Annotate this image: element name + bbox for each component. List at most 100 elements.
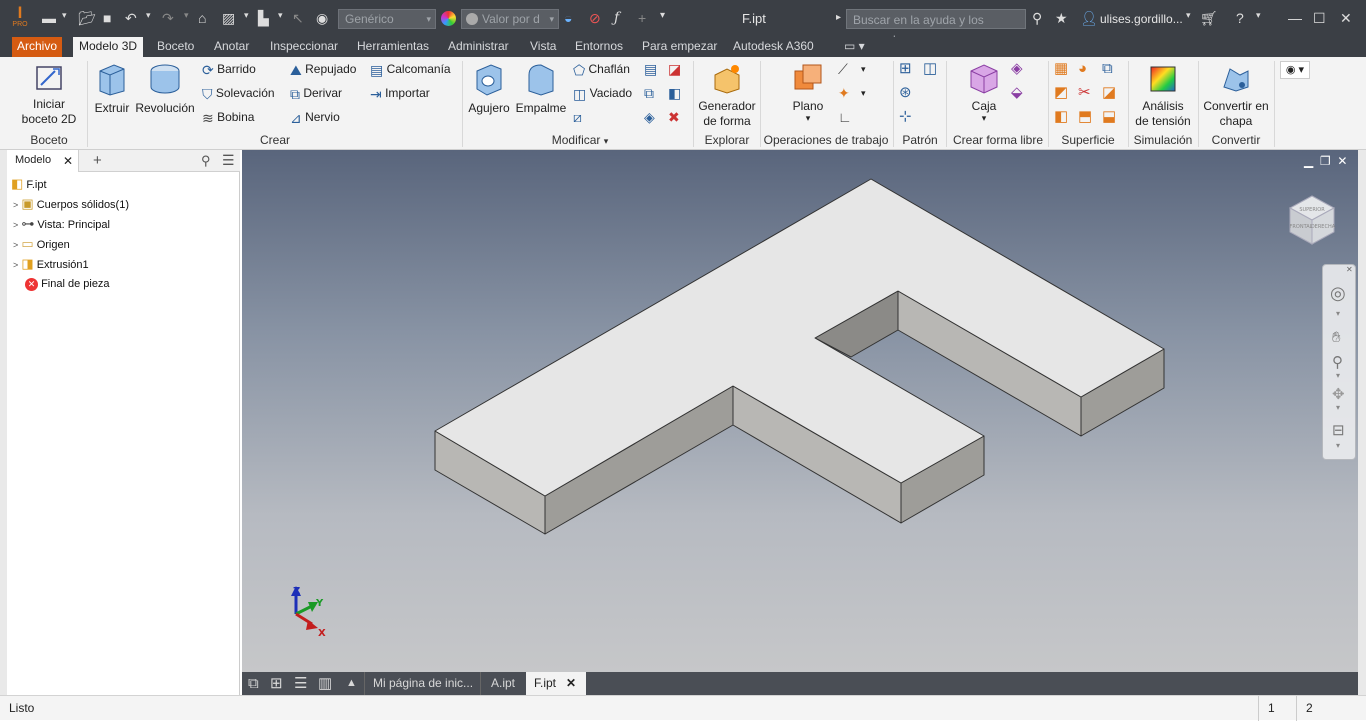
globe-icon[interactable]: ◉: [316, 10, 328, 27]
doc-tab-f-ipt[interactable]: F.ipt ✕: [526, 672, 586, 695]
tile-windows-icon[interactable]: ⊞: [270, 672, 283, 695]
tab-autodesk-a360[interactable]: Autodesk A360: [733, 37, 814, 57]
shell-button[interactable]: ◫ Vaciado: [573, 85, 632, 102]
fillet-button[interactable]: Empalme: [514, 61, 568, 116]
convert-sheet-metal-button[interactable]: Convertir en chapa: [1200, 61, 1272, 129]
look-at-icon[interactable]: ⊟: [1332, 421, 1345, 439]
clear-appearance-icon[interactable]: ⊘: [589, 10, 601, 27]
customize-qa-icon[interactable]: ▾: [660, 10, 665, 21]
ucs-icon[interactable]: ∟: [838, 109, 852, 125]
thicken-icon[interactable]: ◧: [668, 85, 681, 101]
new-dropdown-icon[interactable]: ▾: [62, 10, 67, 21]
work-point-icon[interactable]: ✦: [838, 85, 850, 101]
combine-icon[interactable]: ⧉: [644, 85, 654, 101]
tab-administrar[interactable]: Administrar: [448, 37, 509, 57]
help-search-input[interactable]: Buscar en la ayuda y los comand: [846, 9, 1026, 47]
work-point-dropdown-icon[interactable]: ▾: [861, 85, 866, 101]
viewcube[interactable]: SUPERIOR DERECHA FRONTAL: [1282, 190, 1342, 250]
search-expand-icon[interactable]: ▸: [836, 12, 841, 23]
decal-button[interactable]: ▤ Calcomanía: [370, 61, 451, 78]
stitch-icon[interactable]: ◕: [1078, 61, 1087, 77]
close-window-icon[interactable]: ✕: [1340, 10, 1352, 27]
split-icon[interactable]: ◪: [668, 61, 681, 77]
pan-icon[interactable]: ✋︎: [1332, 329, 1341, 346]
thicken-surface-icon[interactable]: ▦: [1054, 61, 1068, 77]
work-axis-dropdown-icon[interactable]: ▾: [861, 61, 866, 77]
expand-chevron-icon[interactable]: >: [13, 220, 18, 230]
minimize-icon[interactable]: —: [1288, 10, 1302, 26]
zoom-dropdown-icon[interactable]: ▾: [1336, 371, 1340, 380]
part-model[interactable]: [242, 150, 1358, 672]
tab-anotar[interactable]: Anotar: [214, 37, 249, 57]
update-icon[interactable]: ▨: [222, 10, 235, 27]
tab-boceto[interactable]: Boceto: [157, 37, 194, 57]
home-icon[interactable]: ⌂: [198, 10, 206, 26]
maximize-icon[interactable]: ☐: [1313, 10, 1326, 27]
steering-wheel-icon[interactable]: ◎: [1330, 283, 1346, 304]
tree-root-part[interactable]: ◧ F.ipt: [11, 175, 47, 193]
doc-tab-a-ipt[interactable]: A.ipt: [480, 672, 526, 695]
ribbon-options-button[interactable]: ◉ ▾: [1280, 61, 1310, 79]
import-button[interactable]: ⇥ Importar: [370, 85, 430, 102]
work-axis-icon[interactable]: ⟋: [838, 61, 848, 77]
adjust-icon[interactable]: ◒: [564, 10, 572, 26]
rect-pattern-icon[interactable]: ⊞: [899, 61, 912, 77]
user-name[interactable]: ulises.gordillo...: [1100, 12, 1183, 26]
extrude-button[interactable]: Extruir: [93, 61, 131, 116]
tab-inspeccionar[interactable]: Inspeccionar: [270, 37, 338, 57]
tab-list-icon[interactable]: ▲: [346, 672, 357, 695]
update-dropdown-icon[interactable]: ▾: [244, 10, 249, 21]
chamfer-button[interactable]: ⬠ Chaflán: [573, 61, 630, 78]
zoom-icon[interactable]: ⚲: [1332, 353, 1343, 371]
start-sketch-button[interactable]: Iniciar boceto 2D: [18, 61, 80, 127]
doc-tab-home[interactable]: Mi página de inic...: [364, 672, 480, 695]
expand-chevron-icon[interactable]: >: [13, 240, 18, 250]
move-face-icon[interactable]: ◈: [644, 109, 655, 125]
group-label-modificar[interactable]: Modificar ▾: [540, 133, 620, 147]
mirror-icon[interactable]: ◫: [923, 61, 937, 77]
plus-icon[interactable]: +: [638, 10, 646, 26]
appearance-select[interactable]: Valor por d ▾: [461, 9, 559, 29]
hole-button[interactable]: Agujero: [467, 61, 511, 116]
draft-icon[interactable]: ⧄: [573, 109, 582, 125]
replace-face-icon[interactable]: ⬓: [1102, 109, 1116, 125]
sculpt-icon[interactable]: ⧉: [1102, 61, 1113, 77]
sketch-pattern-icon[interactable]: ⊹: [899, 109, 912, 125]
graphics-viewport[interactable]: ▁ ❐ ✕ SUPERIOR DERECHA FRONTAL ✕ ◎ ▾ ✋︎ …: [242, 150, 1358, 672]
vertical-tile-icon[interactable]: ▥: [318, 672, 332, 695]
tab-modelo-3d[interactable]: Modelo 3D: [73, 37, 144, 57]
emboss-button[interactable]: ⛰ Repujado: [290, 61, 356, 78]
open-folder-icon[interactable]: 📂︎: [78, 10, 96, 27]
undo-icon[interactable]: ↶: [125, 10, 137, 27]
circ-pattern-icon[interactable]: ⊛: [899, 85, 912, 101]
close-browser-tab-icon[interactable]: ✕: [63, 154, 73, 168]
fx-parameters-icon[interactable]: ƒ: [614, 10, 619, 26]
revolve-button[interactable]: Revolución: [134, 61, 196, 116]
orbit-dropdown-icon[interactable]: ▾: [1336, 403, 1340, 412]
browser-tab-modelo[interactable]: Modelo ✕: [7, 150, 79, 172]
tab-archivo[interactable]: Archivo: [12, 37, 63, 57]
tree-item-solid-bodies[interactable]: > ▣ Cuerpos sólidos(1): [13, 195, 129, 213]
inventor-logo[interactable]: I PRO: [9, 4, 31, 34]
trim-icon[interactable]: ✂: [1078, 85, 1091, 101]
tab-extra-icon[interactable]: ▭ ▾: [844, 37, 865, 57]
tab-entornos[interactable]: Entornos: [575, 37, 623, 57]
material-select[interactable]: Genérico ▾: [338, 9, 436, 29]
thread-icon[interactable]: ▤: [644, 61, 657, 77]
coil-button[interactable]: ≋ Bobina: [202, 109, 254, 126]
save-icon[interactable]: ■: [103, 10, 111, 26]
orbit-icon[interactable]: ✥: [1332, 385, 1345, 403]
tab-vista[interactable]: Vista: [530, 37, 556, 57]
undo-dropdown-icon[interactable]: ▾: [146, 10, 151, 21]
select-icon[interactable]: ▙: [258, 10, 269, 27]
tree-item-view[interactable]: > ⊶ Vista: Principal: [13, 215, 110, 233]
help-dropdown-icon[interactable]: ▾: [1256, 10, 1261, 21]
loft-button[interactable]: ⛉ Solevación: [202, 85, 275, 102]
cascade-windows-icon[interactable]: ⧉: [248, 672, 259, 695]
rib-button[interactable]: ⊿ Nervio: [290, 109, 340, 126]
redo-icon[interactable]: ↷: [162, 10, 174, 27]
tree-item-origin[interactable]: > ▭ Origen: [13, 235, 70, 253]
binoculars-icon[interactable]: ⚲: [1032, 10, 1042, 27]
delete-face-icon[interactable]: ✖: [668, 109, 680, 125]
navbar-close-icon[interactable]: ✕: [1346, 265, 1353, 274]
